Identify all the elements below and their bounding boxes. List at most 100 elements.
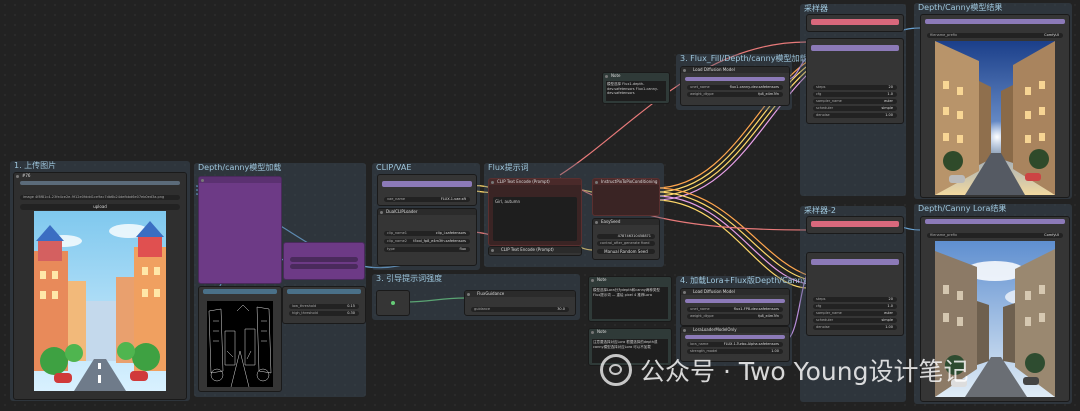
canny-low-threshold[interactable]: low_threshold 0.15 <box>289 304 359 309</box>
clip-name2-select[interactable]: clip_name2 t5xxl_fp8_e4m3fn.safetensors <box>384 239 470 244</box>
preprocessor-title <box>199 177 281 183</box>
ks2-denoise[interactable]: denoise 1.00 <box>813 325 897 330</box>
seed-value: 478746310458871 <box>617 234 651 238</box>
ks2-denoise-value: 1.00 <box>885 325 893 329</box>
ks1-scheduler[interactable]: scheduler simple <box>813 106 897 111</box>
ks1-steps-label: steps <box>816 85 826 89</box>
preprocessor-node[interactable] <box>198 176 282 284</box>
unet-name-2-value: flux1-FP8-dev.safetensors <box>733 307 779 311</box>
clip-text-encode-neg-title: CLIP Text Encode (Prompt) <box>489 247 581 253</box>
note1-text[interactable]: 模型选择 Flux1-depth-dev.safetensors Flux1-c… <box>606 81 666 101</box>
vae-decode-node-2[interactable] <box>806 216 904 234</box>
canny-title-bar <box>287 289 361 294</box>
prompt-textarea[interactable]: Girl, autumn <box>493 197 577 241</box>
flux-guidance-node[interactable]: FluxGuidance guidance 30.0 <box>464 290 576 316</box>
ksampler-node-1[interactable]: steps 20 cfg 1.0 sampler_name euler schedul… <box>806 38 904 124</box>
unet-name-select-2[interactable]: unet_name flux1-FP8-dev.safetensors <box>687 307 783 312</box>
clip-text-encode-title: CLIP Text Encode (Prompt) <box>489 179 581 185</box>
ks2-sampler-label: sampler_name <box>816 311 842 315</box>
wechat-icon <box>600 354 632 386</box>
save1-title-bar <box>925 19 1065 24</box>
watermark-text: 公众号 · Two Young设计笔记 <box>640 357 969 386</box>
ks1-denoise-label: denoise <box>816 113 830 117</box>
ks1-denoise[interactable]: denoise 1.00 <box>813 113 897 118</box>
control-after-generate-select[interactable]: control_after_generate fixed <box>597 241 655 246</box>
load-image-node[interactable]: #76 image 4f8f81c4-23fe4ce2e-9f12e0fddd1… <box>13 172 187 400</box>
vae-decode-node-1[interactable] <box>806 14 904 32</box>
guidance-value: 30.0 <box>557 307 565 311</box>
clip-name2-value: t5xxl_fp8_e4m3fn.safetensors <box>413 239 466 243</box>
canny-high-threshold[interactable]: high_threshold 0.30 <box>289 311 359 316</box>
preprocessor-widget-1[interactable] <box>290 257 358 262</box>
ks1-scheduler-label: scheduler <box>816 106 834 110</box>
lora-loader-title: LoraLoaderModelOnly <box>681 327 789 333</box>
clip-text-encode-neg-node[interactable]: CLIP Text Encode (Prompt) <box>488 246 582 256</box>
ksampler-2-bar <box>811 259 899 265</box>
note3-title: Note <box>589 329 671 335</box>
primitive-node[interactable] <box>376 290 410 316</box>
save2-prefix-field[interactable]: filename_prefix ComfyUI <box>927 233 1063 238</box>
clip-name1-select[interactable]: clip_name1 clip_l.safetensors <box>384 231 470 236</box>
canny-low-label: low_threshold <box>292 304 317 308</box>
vae-loader-node[interactable]: vae_name FLUX.1-vae.sft <box>377 174 477 206</box>
seed-field[interactable]: 478746310458871 <box>597 234 655 239</box>
ks2-denoise-label: denoise <box>816 325 830 329</box>
note1-title: Note <box>603 73 669 79</box>
clip-text-encode-node[interactable]: CLIP Text Encode (Prompt) Girl, autumn <box>488 178 582 246</box>
clip-type-select[interactable]: type flux <box>384 247 470 252</box>
weight-dtype-select-2[interactable]: weight_dtype fp8_e4m3fn <box>687 314 783 319</box>
ks1-cfg[interactable]: cfg 1.0 <box>813 92 897 97</box>
primitive-output-dot[interactable] <box>391 301 395 305</box>
load-image-output-bar <box>20 181 180 185</box>
unet-name-select-1[interactable]: unet_name flux1-canny-dev.safetensors <box>687 85 783 90</box>
ks1-sampler[interactable]: sampler_name euler <box>813 99 897 104</box>
note2-text[interactable]: 模型选择Lora分为depth和canny两种类型 Flux提示词 — 重绘 p… <box>592 287 668 319</box>
save2-title-bar <box>925 219 1065 224</box>
instruct-pix-node[interactable]: InstructPixToPixConditioning <box>592 178 660 216</box>
ks1-cfg-value: 1.0 <box>887 92 893 96</box>
watermark: 公众号 · Two Young设计笔记 <box>600 350 968 390</box>
save1-prefix-field[interactable]: filename_prefix ComfyUI <box>927 33 1063 38</box>
ks2-steps[interactable]: steps 20 <box>813 297 897 302</box>
group-save2-title: Depth/Canny Lora结果 <box>918 204 1007 213</box>
canny-high-value: 0.30 <box>347 311 355 315</box>
preprocessor-widget-2[interactable] <box>290 264 358 269</box>
note-node-2[interactable]: Note 模型选择Lora分为depth和canny两种类型 Flux提示词 —… <box>588 276 672 322</box>
load-diffusion-1-output <box>685 77 785 81</box>
canny-high-label: high_threshold <box>292 311 318 315</box>
input-image-preview <box>34 211 166 391</box>
save-image-node-1[interactable]: filename_prefix ComfyUI <box>920 14 1070 198</box>
lora-name-value: FLUX.1-Turbo-Alpha.safetensors <box>723 342 779 346</box>
lora-loader-output <box>685 335 785 339</box>
weight-dtype-select-1[interactable]: weight_dtype fp8_e4m3fn <box>687 92 783 97</box>
manual-random-seed-button[interactable]: Manual Random Seed <box>597 249 655 254</box>
vae-name-select[interactable]: vae_name FLUX.1-vae.sft <box>384 197 470 202</box>
load-image-file-select[interactable]: image 4f8f81c4-23fe4ce2e-9f12e0fddd1ce9a… <box>20 195 180 200</box>
canny-node[interactable]: low_threshold 0.15 high_threshold 0.30 <box>282 286 366 324</box>
group-upload-title: 1. 上传图片 <box>14 161 57 170</box>
ks1-steps[interactable]: steps 20 <box>813 85 897 90</box>
upload-button[interactable]: upload <box>20 204 180 210</box>
ks2-cfg[interactable]: cfg 1.0 <box>813 304 897 309</box>
ks2-cfg-value: 1.0 <box>887 304 893 308</box>
node-canvas[interactable]: 1. 上传图片 #76 image 4f8f81c4-23fe4ce2e-9f1… <box>0 0 1080 411</box>
ks1-scheduler-value: simple <box>881 106 893 110</box>
ks2-scheduler[interactable]: scheduler simple <box>813 318 897 323</box>
guidance-field[interactable]: guidance 30.0 <box>471 307 569 312</box>
group-fluxdepth-title: 3. Flux_Fill/Depth/canny模型加载 <box>680 54 808 63</box>
note-node-1[interactable]: Note 模型选择 Flux1-depth-dev.safetensors Fl… <box>602 72 670 104</box>
easy-seed-node[interactable]: EasySeed 478746310458871 control_after_g… <box>592 218 660 260</box>
ksampler-node-2[interactable]: steps 20 cfg 1.0 sampler_name euler schedul… <box>806 252 904 336</box>
group-save1-title: Depth/Canny模型结果 <box>918 3 1003 12</box>
guidance-label: guidance <box>474 307 491 311</box>
group-guidance-title: 3. 引导提示词强度 <box>376 274 443 283</box>
group-depth-title: Depth/canny模型加载 <box>198 163 282 172</box>
load-diffusion-node-2[interactable]: Load Diffusion Model unet_name flux1-FP8-… <box>680 288 790 326</box>
weight-dtype-2-value: fp8_e4m3fn <box>758 314 779 318</box>
ks2-sampler[interactable]: sampler_name euler <box>813 311 897 316</box>
load-diffusion-node-1[interactable]: Load Diffusion Model unet_name flux1-cann… <box>680 66 790 106</box>
preprocessor-node-2[interactable] <box>283 242 365 280</box>
lora-name-select[interactable]: lora_name FLUX.1-Turbo-Alpha.safetensors <box>687 342 783 347</box>
canny-preview-node[interactable] <box>198 286 282 392</box>
dual-clip-loader-node[interactable]: DualCLIPLoader clip_name1 clip_l.safetens… <box>377 208 477 266</box>
